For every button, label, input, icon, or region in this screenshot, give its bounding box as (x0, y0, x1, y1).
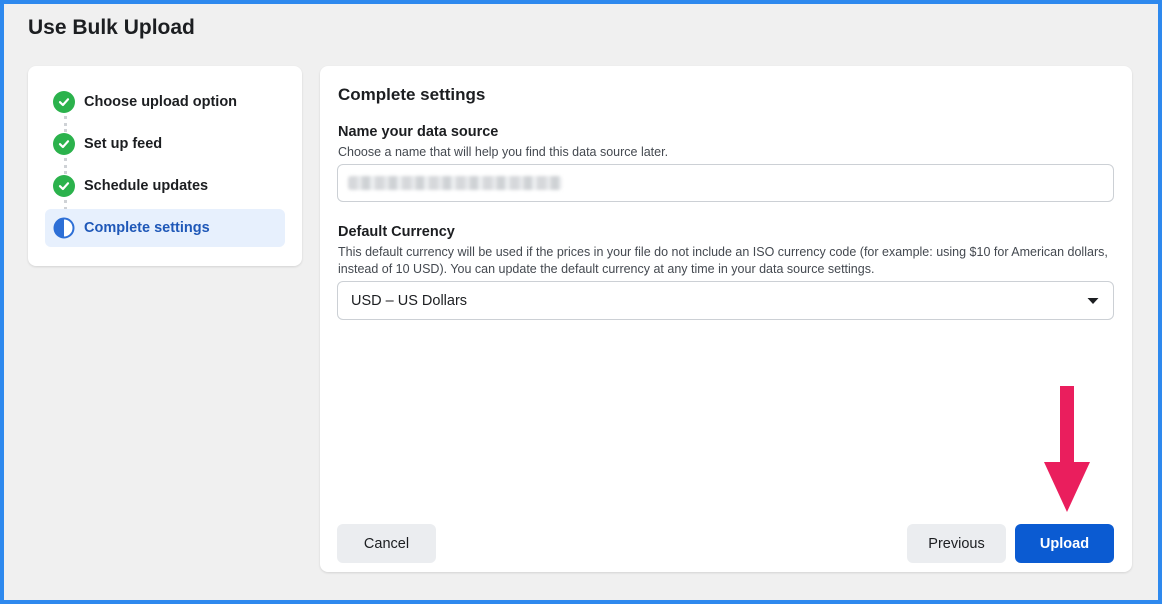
half-circle-icon (53, 217, 75, 239)
step-label: Complete settings (84, 220, 210, 236)
caret-down-icon (1087, 297, 1099, 304)
currency-select[interactable]: USD – US Dollars (337, 281, 1114, 320)
currency-help: This default currency will be used if th… (338, 245, 1108, 276)
step-set-up-feed[interactable]: Set up feed (45, 125, 285, 163)
settings-panel: Complete settings Name your data source … (320, 66, 1132, 572)
currency-label: Default Currency (338, 224, 455, 240)
step-label: Schedule updates (84, 178, 209, 194)
check-circle-icon (53, 91, 75, 113)
data-source-help: Choose a name that will help you find th… (338, 145, 669, 159)
step-complete-settings[interactable]: Complete settings (45, 209, 285, 247)
step-schedule-updates[interactable]: Schedule updates (45, 167, 285, 205)
currency-selected-value: USD – US Dollars (351, 292, 468, 309)
window-frame: Use Bulk Upload Choose upload option Set… (4, 4, 1158, 600)
previous-button[interactable]: Previous (907, 524, 1006, 563)
annotation-arrow-icon (1044, 386, 1090, 512)
step-choose-upload-option[interactable]: Choose upload option (45, 83, 285, 121)
step-label: Choose upload option (84, 94, 238, 110)
steps-sidebar: Choose upload option Set up feed Schedul… (28, 66, 302, 266)
data-source-label: Name your data source (338, 124, 499, 140)
cancel-button[interactable]: Cancel (337, 524, 436, 563)
panel-title: Complete settings (338, 85, 486, 104)
check-circle-icon (53, 133, 75, 155)
page-title: Use Bulk Upload (28, 16, 195, 39)
check-circle-icon (53, 175, 75, 197)
upload-button[interactable]: Upload (1015, 524, 1114, 563)
redacted-input-value (348, 176, 562, 190)
step-label: Set up feed (84, 136, 163, 152)
